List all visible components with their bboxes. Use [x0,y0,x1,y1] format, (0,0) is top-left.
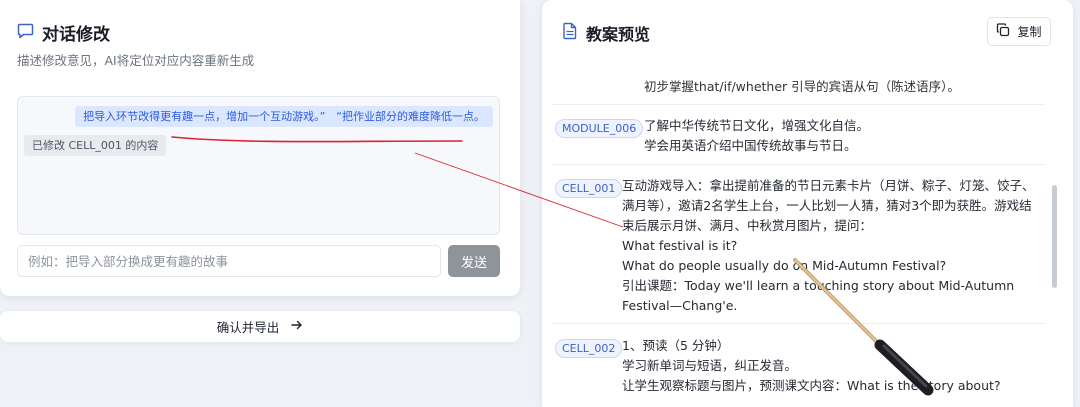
confirm-export-label: 确认并导出 [216,320,280,335]
preview-content[interactable]: 初步掌握that/if/whether 引导的宾语从句（陈述语序）。 MODUL… [542,70,1073,407]
chat-input[interactable] [17,245,441,277]
arrow-right-icon [291,319,303,334]
row-line: 了解中华传统节日文化，增强文化自信。 [644,118,870,133]
copy-icon [996,23,1010,40]
row-divider [552,323,1044,324]
chat-bubble-icon [17,22,34,43]
truncated-line: 初步掌握that/if/whether 引导的宾语从句（陈述语序）。 [644,79,960,94]
row-text: 了解中华传统节日文化，增强文化自信。 学会用英语介绍中国传统故事与节日。 [644,116,1044,156]
row-divider [552,104,1044,105]
module-badge: MODULE_006 [555,119,644,138]
chat-history[interactable]: 把导入环节改得更有趣一点，增加一个互动游戏。” “把作业部分的难度降低一点。 已… [17,96,500,235]
row-line: What festival is it? [622,238,738,253]
row-divider [552,164,1044,165]
copy-button[interactable]: 复制 [987,17,1051,46]
row-line: What do people usually do on Mid-Autumn … [622,258,947,273]
row-line: 互动游戏导入：拿出提前准备的节日元素卡片（月饼、粽子、灯笼、饺子、满月等），邀请… [622,178,1035,233]
send-button[interactable]: 发送 [448,245,500,277]
row-line: 引出课题：Today we'll learn a touching story … [622,278,1015,313]
confirm-export-button[interactable]: 确认并导出 [0,311,520,342]
chat-panel: 对话修改 描述修改意见，AI将定位对应内容重新生成 把导入环节改得更有趣一点，增… [0,0,520,296]
row-line: 学会用英语介绍中国传统故事与节日。 [644,138,857,153]
row-line: 让学生观察标题与图片，预测课文内容：What is the story abou… [622,378,1001,393]
chat-panel-title: 对话修改 [42,25,110,45]
preview-panel-title: 教案预览 [586,25,651,44]
chat-panel-subtitle: 描述修改意见，AI将定位对应内容重新生成 [17,53,255,68]
row-line: 1、预读（5 分钟） [622,338,730,353]
preview-panel: 教案预览 复制 初步掌握that/if/whether 引导的宾语从句（陈述语序… [542,0,1073,407]
row-text: 互动游戏导入：拿出提前准备的节日元素卡片（月饼、粽子、灯笼、饺子、满月等），邀请… [622,176,1042,316]
chat-panel-header: 对话修改 [17,20,110,45]
chat-input-row: 发送 [17,245,500,277]
row-text: 1、预读（5 分钟） 学习新单词与短语，纠正发音。 让学生观察标题与图片，预测课… [622,336,1042,396]
document-icon [562,22,578,44]
cell-badge: CELL_001 [555,179,623,198]
preview-panel-header: 教案预览 [562,21,650,45]
row-line: 学习新单词与短语，纠正发音。 [622,358,798,373]
preview-scrollbar[interactable] [1052,185,1057,288]
copy-label: 复制 [1017,25,1042,39]
cell-badge: CELL_002 [555,339,623,358]
user-message: 把导入环节改得更有趣一点，增加一个互动游戏。” “把作业部分的难度降低一点。 [75,106,493,127]
system-message: 已修改 CELL_001 的内容 [24,135,167,156]
